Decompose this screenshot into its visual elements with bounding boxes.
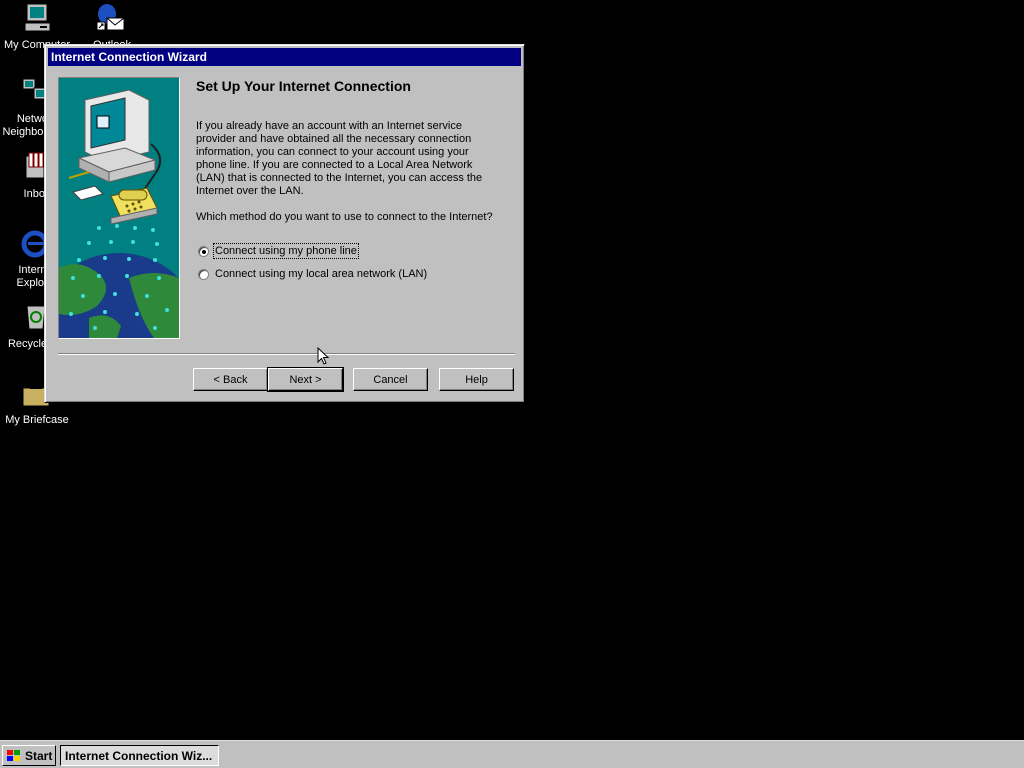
help-button[interactable]: Help xyxy=(439,368,514,391)
next-button[interactable]: Next > xyxy=(267,367,344,392)
back-button[interactable]: < Back xyxy=(193,368,268,391)
option-lan[interactable]: Connect using my local area network (LAN… xyxy=(198,266,427,282)
taskbar-button-internet-connection-wizard[interactable]: Internet Connection Wiz... xyxy=(60,745,219,766)
start-button[interactable]: Start xyxy=(2,745,56,766)
phone-line-radio[interactable] xyxy=(198,245,209,257)
taskbar-button-label: Internet Connection Wiz... xyxy=(65,748,213,763)
outlook-icon xyxy=(96,4,125,31)
lan-radio[interactable] xyxy=(198,268,209,280)
connection-method-question: Which method do you want to use to conne… xyxy=(196,211,493,223)
windows-logo-icon xyxy=(7,749,20,761)
option-phone-line[interactable]: Connect using my phone line xyxy=(198,243,359,259)
computer-telephone-globe-icon xyxy=(59,78,179,338)
my-computer-icon xyxy=(24,3,51,32)
internet-connection-wizard-window: Internet Connection Wizard Set Up Your I… xyxy=(44,44,525,403)
lan-label[interactable]: Connect using my local area network (LAN… xyxy=(215,268,427,280)
desktop-icon-label: My Briefcase xyxy=(5,414,69,426)
cancel-button[interactable]: Cancel xyxy=(353,368,428,391)
wizard-illustration xyxy=(58,77,180,339)
mouse-pointer-icon xyxy=(317,347,330,365)
phone-line-label[interactable]: Connect using my phone line xyxy=(213,243,359,259)
wizard-description: If you already have an account with an I… xyxy=(196,120,483,197)
wizard-heading: Set Up Your Internet Connection xyxy=(196,78,411,94)
taskbar: Start Internet Connection Wiz... xyxy=(0,740,1024,768)
start-label: Start xyxy=(25,748,53,763)
separator xyxy=(58,353,515,355)
window-title[interactable]: Internet Connection Wizard xyxy=(48,48,521,66)
